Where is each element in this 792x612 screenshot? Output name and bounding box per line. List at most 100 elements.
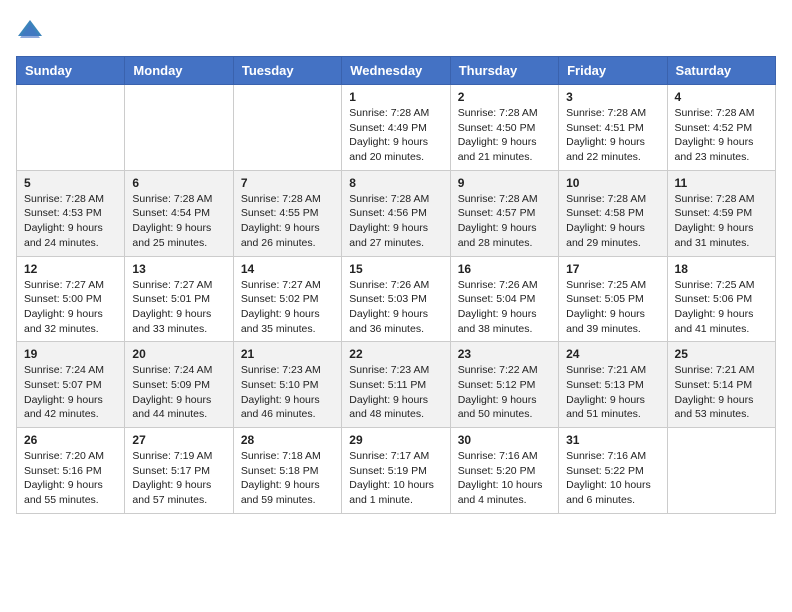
day-number: 27 [132, 433, 225, 447]
calendar-day-cell: 29 Sunrise: 7:17 AM Sunset: 5:19 PM Dayli… [342, 428, 450, 514]
day-number: 5 [24, 176, 117, 190]
calendar-week-row: 1 Sunrise: 7:28 AM Sunset: 4:49 PM Daylig… [17, 85, 776, 171]
day-info: Sunrise: 7:25 AM Sunset: 5:05 PM Dayligh… [566, 278, 659, 337]
calendar-day-cell: 21 Sunrise: 7:23 AM Sunset: 5:10 PM Dayli… [233, 342, 341, 428]
day-number: 20 [132, 347, 225, 361]
day-info: Sunrise: 7:22 AM Sunset: 5:12 PM Dayligh… [458, 363, 551, 422]
day-number: 1 [349, 90, 442, 104]
calendar-body: 1 Sunrise: 7:28 AM Sunset: 4:49 PM Daylig… [17, 85, 776, 514]
day-number: 29 [349, 433, 442, 447]
day-number: 10 [566, 176, 659, 190]
day-of-week-header: Tuesday [233, 57, 341, 85]
day-info: Sunrise: 7:26 AM Sunset: 5:04 PM Dayligh… [458, 278, 551, 337]
day-info: Sunrise: 7:21 AM Sunset: 5:13 PM Dayligh… [566, 363, 659, 422]
day-number: 21 [241, 347, 334, 361]
calendar-day-cell [17, 85, 125, 171]
days-of-week-row: SundayMondayTuesdayWednesdayThursdayFrid… [17, 57, 776, 85]
calendar-day-cell: 7 Sunrise: 7:28 AM Sunset: 4:55 PM Daylig… [233, 170, 341, 256]
day-info: Sunrise: 7:28 AM Sunset: 4:59 PM Dayligh… [675, 192, 768, 251]
day-of-week-header: Wednesday [342, 57, 450, 85]
day-number: 17 [566, 262, 659, 276]
day-info: Sunrise: 7:18 AM Sunset: 5:18 PM Dayligh… [241, 449, 334, 508]
day-info: Sunrise: 7:28 AM Sunset: 4:51 PM Dayligh… [566, 106, 659, 165]
day-number: 6 [132, 176, 225, 190]
day-of-week-header: Sunday [17, 57, 125, 85]
day-number: 8 [349, 176, 442, 190]
day-info: Sunrise: 7:27 AM Sunset: 5:02 PM Dayligh… [241, 278, 334, 337]
day-number: 19 [24, 347, 117, 361]
calendar-day-cell: 25 Sunrise: 7:21 AM Sunset: 5:14 PM Dayli… [667, 342, 775, 428]
day-info: Sunrise: 7:17 AM Sunset: 5:19 PM Dayligh… [349, 449, 442, 508]
calendar-day-cell: 31 Sunrise: 7:16 AM Sunset: 5:22 PM Dayli… [559, 428, 667, 514]
calendar-day-cell: 24 Sunrise: 7:21 AM Sunset: 5:13 PM Dayli… [559, 342, 667, 428]
day-number: 18 [675, 262, 768, 276]
calendar-day-cell: 20 Sunrise: 7:24 AM Sunset: 5:09 PM Dayli… [125, 342, 233, 428]
day-number: 30 [458, 433, 551, 447]
day-number: 25 [675, 347, 768, 361]
day-info: Sunrise: 7:24 AM Sunset: 5:09 PM Dayligh… [132, 363, 225, 422]
calendar-day-cell: 6 Sunrise: 7:28 AM Sunset: 4:54 PM Daylig… [125, 170, 233, 256]
calendar-week-row: 12Sunrise: 7:27 AM Sunset: 5:00 PM Dayli… [17, 256, 776, 342]
calendar-day-cell: 30 Sunrise: 7:16 AM Sunset: 5:20 PM Dayli… [450, 428, 558, 514]
calendar-week-row: 26 Sunrise: 7:20 AM Sunset: 5:16 PM Dayli… [17, 428, 776, 514]
day-of-week-header: Friday [559, 57, 667, 85]
calendar-day-cell: 8 Sunrise: 7:28 AM Sunset: 4:56 PM Daylig… [342, 170, 450, 256]
day-info: Sunrise: 7:24 AM Sunset: 5:07 PM Dayligh… [24, 363, 117, 422]
day-info: Sunrise: 7:26 AM Sunset: 5:03 PM Dayligh… [349, 278, 442, 337]
day-number: 9 [458, 176, 551, 190]
day-info: Sunrise: 7:21 AM Sunset: 5:14 PM Dayligh… [675, 363, 768, 422]
day-info: Sunrise: 7:20 AM Sunset: 5:16 PM Dayligh… [24, 449, 117, 508]
calendar-day-cell: 10 Sunrise: 7:28 AM Sunset: 4:58 PM Dayli… [559, 170, 667, 256]
calendar-header: SundayMondayTuesdayWednesdayThursdayFrid… [17, 57, 776, 85]
calendar-day-cell: 15 Sunrise: 7:26 AM Sunset: 5:03 PM Dayli… [342, 256, 450, 342]
calendar-week-row: 5 Sunrise: 7:28 AM Sunset: 4:53 PM Daylig… [17, 170, 776, 256]
day-info: Sunrise: 7:28 AM Sunset: 4:56 PM Dayligh… [349, 192, 442, 251]
day-info: Sunrise: 7:23 AM Sunset: 5:11 PM Dayligh… [349, 363, 442, 422]
day-info: Sunrise: 7:28 AM Sunset: 4:55 PM Dayligh… [241, 192, 334, 251]
calendar-table: SundayMondayTuesdayWednesdayThursdayFrid… [16, 56, 776, 514]
day-number: 16 [458, 262, 551, 276]
calendar-day-cell: 28Sunrise: 7:18 AM Sunset: 5:18 PM Dayli… [233, 428, 341, 514]
calendar-day-cell: 27Sunrise: 7:19 AM Sunset: 5:17 PM Dayli… [125, 428, 233, 514]
day-info: Sunrise: 7:28 AM Sunset: 4:54 PM Dayligh… [132, 192, 225, 251]
day-info: Sunrise: 7:16 AM Sunset: 5:22 PM Dayligh… [566, 449, 659, 508]
day-info: Sunrise: 7:23 AM Sunset: 5:10 PM Dayligh… [241, 363, 334, 422]
day-info: Sunrise: 7:25 AM Sunset: 5:06 PM Dayligh… [675, 278, 768, 337]
day-info: Sunrise: 7:28 AM Sunset: 4:49 PM Dayligh… [349, 106, 442, 165]
day-info: Sunrise: 7:28 AM Sunset: 4:50 PM Dayligh… [458, 106, 551, 165]
logo [16, 16, 48, 44]
calendar-day-cell: 18 Sunrise: 7:25 AM Sunset: 5:06 PM Dayli… [667, 256, 775, 342]
day-number: 13 [132, 262, 225, 276]
calendar-day-cell: 5 Sunrise: 7:28 AM Sunset: 4:53 PM Daylig… [17, 170, 125, 256]
day-number: 15 [349, 262, 442, 276]
calendar-day-cell: 4 Sunrise: 7:28 AM Sunset: 4:52 PM Daylig… [667, 85, 775, 171]
calendar-day-cell: 9 Sunrise: 7:28 AM Sunset: 4:57 PM Daylig… [450, 170, 558, 256]
day-info: Sunrise: 7:28 AM Sunset: 4:52 PM Dayligh… [675, 106, 768, 165]
day-number: 7 [241, 176, 334, 190]
day-number: 24 [566, 347, 659, 361]
day-number: 22 [349, 347, 442, 361]
calendar-day-cell: 19 Sunrise: 7:24 AM Sunset: 5:07 PM Dayli… [17, 342, 125, 428]
calendar-day-cell [233, 85, 341, 171]
day-info: Sunrise: 7:28 AM Sunset: 4:57 PM Dayligh… [458, 192, 551, 251]
day-number: 11 [675, 176, 768, 190]
calendar-day-cell: 3 Sunrise: 7:28 AM Sunset: 4:51 PM Daylig… [559, 85, 667, 171]
calendar-day-cell: 26 Sunrise: 7:20 AM Sunset: 5:16 PM Dayli… [17, 428, 125, 514]
day-of-week-header: Thursday [450, 57, 558, 85]
day-number: 26 [24, 433, 117, 447]
calendar-day-cell: 2 Sunrise: 7:28 AM Sunset: 4:50 PM Daylig… [450, 85, 558, 171]
day-number: 2 [458, 90, 551, 104]
day-number: 3 [566, 90, 659, 104]
day-info: Sunrise: 7:28 AM Sunset: 4:58 PM Dayligh… [566, 192, 659, 251]
day-info: Sunrise: 7:28 AM Sunset: 4:53 PM Dayligh… [24, 192, 117, 251]
day-number: 4 [675, 90, 768, 104]
page-header [16, 16, 776, 44]
day-info: Sunrise: 7:16 AM Sunset: 5:20 PM Dayligh… [458, 449, 551, 508]
calendar-day-cell: 17 Sunrise: 7:25 AM Sunset: 5:05 PM Dayli… [559, 256, 667, 342]
day-number: 14 [241, 262, 334, 276]
day-number: 31 [566, 433, 659, 447]
day-info: Sunrise: 7:27 AM Sunset: 5:01 PM Dayligh… [132, 278, 225, 337]
calendar-day-cell: 16 Sunrise: 7:26 AM Sunset: 5:04 PM Dayli… [450, 256, 558, 342]
calendar-day-cell [667, 428, 775, 514]
calendar-day-cell [125, 85, 233, 171]
